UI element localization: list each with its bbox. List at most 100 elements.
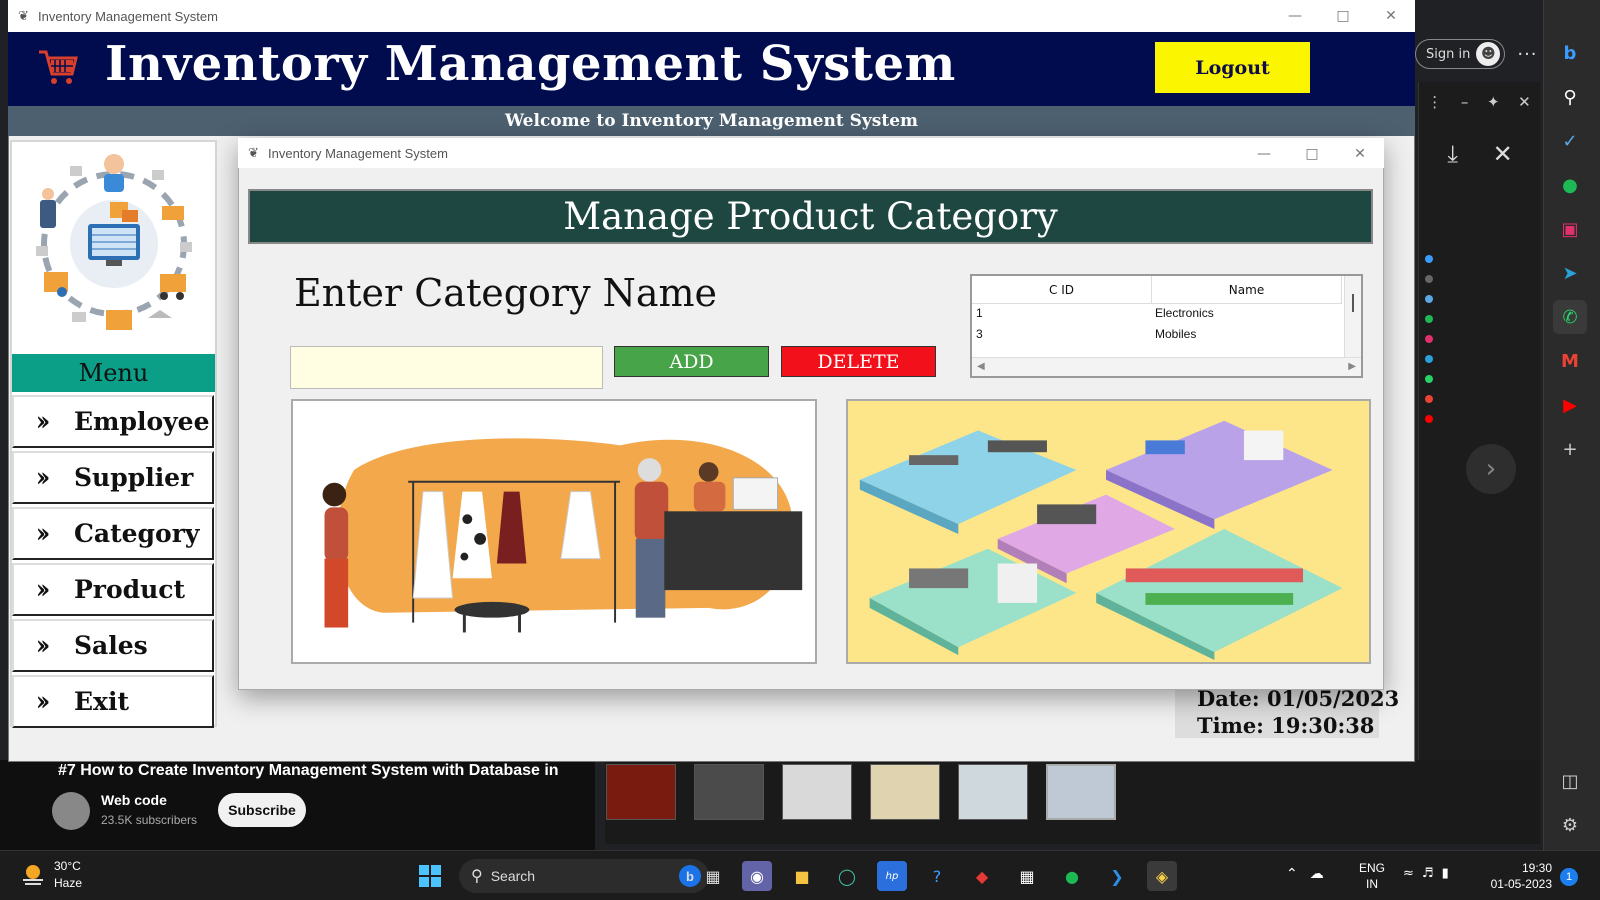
menu-item-category[interactable]: ›› Category — [12, 507, 214, 560]
search-icon: ⚲ — [471, 868, 483, 885]
clock[interactable]: 19:30 01-05-2023 — [1484, 860, 1552, 892]
feather-icon: ❦ — [18, 9, 29, 24]
weather-condition[interactable]: Haze — [54, 876, 82, 890]
welcome-bar: Welcome to Inventory Management System — [8, 106, 1415, 136]
menu-item-supplier[interactable]: ›› Supplier — [12, 451, 214, 504]
channel-name[interactable]: Web code — [101, 792, 167, 808]
thumbnail[interactable] — [782, 764, 852, 820]
onedrive-icon[interactable]: ☁ — [1310, 866, 1324, 882]
download-icon[interactable]: ⤓ — [1447, 140, 1458, 170]
weather-temperature[interactable]: 30°C — [54, 859, 81, 873]
close-icon[interactable]: ✕ — [1518, 93, 1531, 111]
myhp-icon[interactable]: hp — [877, 861, 907, 891]
taskbar-search[interactable]: ⚲ Search b — [459, 859, 709, 893]
vertical-scrollbar[interactable] — [1344, 276, 1361, 357]
spotify-icon[interactable]: ● — [1057, 861, 1087, 891]
column-header-cid[interactable]: C ID — [972, 276, 1152, 304]
cell-name: Mobiles — [1155, 327, 1197, 341]
help-icon[interactable]: ? — [922, 861, 952, 891]
menu-item-label: Sales — [74, 631, 148, 660]
close-icon[interactable]: ✕ — [1493, 140, 1513, 170]
file-explorer-icon[interactable]: ■ — [787, 861, 817, 891]
mcafee-icon[interactable]: ◆ — [967, 861, 997, 891]
channel-subscribers: 23.5K subscribers — [101, 813, 198, 827]
pin-icon[interactable]: ✦ — [1487, 93, 1500, 111]
scroll-left-icon[interactable]: ◀ — [977, 361, 985, 372]
add-button[interactable]: ADD — [614, 346, 769, 377]
more-icon[interactable]: ··· — [1517, 44, 1537, 65]
language-indicator[interactable]: ENG IN — [1359, 860, 1385, 892]
minimize-button[interactable]: — — [1271, 0, 1319, 32]
cell-name: Electronics — [1155, 306, 1214, 320]
thumbnail[interactable] — [606, 764, 676, 820]
start-icon[interactable] — [415, 861, 445, 891]
more-vertical-icon[interactable]: ⋮ — [1427, 93, 1442, 111]
youtube-icon[interactable]: ▶ — [1553, 388, 1587, 422]
category-name-input[interactable] — [290, 346, 603, 389]
window-title: Inventory Management System — [38, 8, 218, 24]
task-view-icon[interactable]: ▦ — [698, 861, 728, 891]
gmail-icon[interactable]: M — [1553, 344, 1587, 378]
thumbnail[interactable] — [958, 764, 1028, 820]
menu-item-product[interactable]: ›› Product — [12, 563, 214, 616]
teams-icon[interactable]: ◉ — [742, 861, 772, 891]
page-title: Manage Product Category — [248, 189, 1373, 244]
delete-button[interactable]: DELETE — [781, 346, 936, 377]
side-panel-controls: ⋮ – ✦ ✕ — [1418, 88, 1540, 116]
menu-item-employee[interactable]: ›› Employee — [12, 395, 214, 448]
signin-button[interactable]: Sign in ☻ — [1415, 39, 1506, 69]
double-chevron-right-icon: ›› — [35, 518, 51, 549]
scroll-thumb[interactable] — [1352, 294, 1354, 312]
table-row[interactable]: 1 Electronics — [976, 306, 1214, 326]
spotify-icon[interactable]: ● — [1553, 168, 1587, 202]
search-icon[interactable]: ⚲ — [1553, 80, 1587, 114]
notification-badge[interactable]: 1 — [1560, 868, 1578, 886]
cell-cid: 3 — [976, 327, 983, 341]
store-icon[interactable]: ▦ — [1012, 861, 1042, 891]
weather-haze-icon[interactable] — [20, 862, 46, 888]
chevron-up-icon[interactable]: ⌃ — [1286, 866, 1298, 882]
add-icon[interactable]: + — [1553, 432, 1587, 466]
sidebar-toggle-icon[interactable]: ◫ — [1553, 764, 1587, 798]
python-icon[interactable]: ◈ — [1147, 861, 1177, 891]
minimize-button[interactable]: — — [1240, 138, 1288, 170]
clothing-store-illustration — [291, 399, 817, 664]
close-button[interactable]: ✕ — [1367, 0, 1415, 32]
column-header-name[interactable]: Name — [1152, 276, 1342, 304]
subscribe-button[interactable]: Subscribe — [218, 793, 306, 827]
maximize-button[interactable]: □ — [1288, 138, 1336, 170]
wifi-icon: ≈ — [1403, 866, 1414, 881]
mini-tasks-icon — [1425, 295, 1433, 303]
table-row[interactable]: 3 Mobiles — [976, 327, 1196, 347]
table-header: C ID Name — [972, 276, 1342, 304]
isometric-store-illustration — [846, 399, 1371, 664]
logout-button[interactable]: Logout — [1155, 42, 1310, 93]
vscode-icon[interactable]: ❯ — [1102, 861, 1132, 891]
mini-telegram-icon — [1425, 355, 1433, 363]
instagram-icon[interactable]: ▣ — [1553, 212, 1587, 246]
language-line-2: IN — [1366, 877, 1378, 891]
minimize-icon[interactable]: – — [1461, 93, 1469, 111]
settings-icon[interactable]: ⚙ — [1553, 808, 1587, 842]
menu-item-exit[interactable]: ›› Exit — [12, 675, 214, 728]
bing-icon[interactable]: b — [1553, 36, 1587, 70]
next-arrow-icon[interactable]: › — [1466, 444, 1516, 494]
whatsapp-icon[interactable]: ✆ — [1553, 300, 1587, 334]
channel-avatar[interactable] — [52, 792, 90, 830]
thumbnail[interactable] — [694, 764, 764, 820]
scroll-right-icon[interactable]: ▶ — [1348, 361, 1356, 372]
horizontal-scrollbar[interactable]: ◀ ▶ — [972, 357, 1361, 376]
edge-icon[interactable]: ◯ — [832, 861, 862, 891]
mini-icon-strip — [1420, 255, 1438, 665]
video-title[interactable]: #7 How to Create Inventory Management Sy… — [58, 762, 593, 780]
tasks-icon[interactable]: ✓ — [1553, 124, 1587, 158]
close-button[interactable]: ✕ — [1336, 138, 1384, 170]
search-label: Search — [490, 868, 536, 884]
maximize-button[interactable]: □ — [1319, 0, 1367, 32]
status-icons[interactable]: ≈ ♬ ▮ — [1403, 866, 1449, 881]
telegram-icon[interactable]: ➤ — [1553, 256, 1587, 290]
thumbnail[interactable] — [870, 764, 940, 820]
double-chevron-right-icon: ›› — [35, 686, 51, 717]
thumbnail[interactable] — [1046, 764, 1116, 820]
menu-item-sales[interactable]: ›› Sales — [12, 619, 214, 672]
